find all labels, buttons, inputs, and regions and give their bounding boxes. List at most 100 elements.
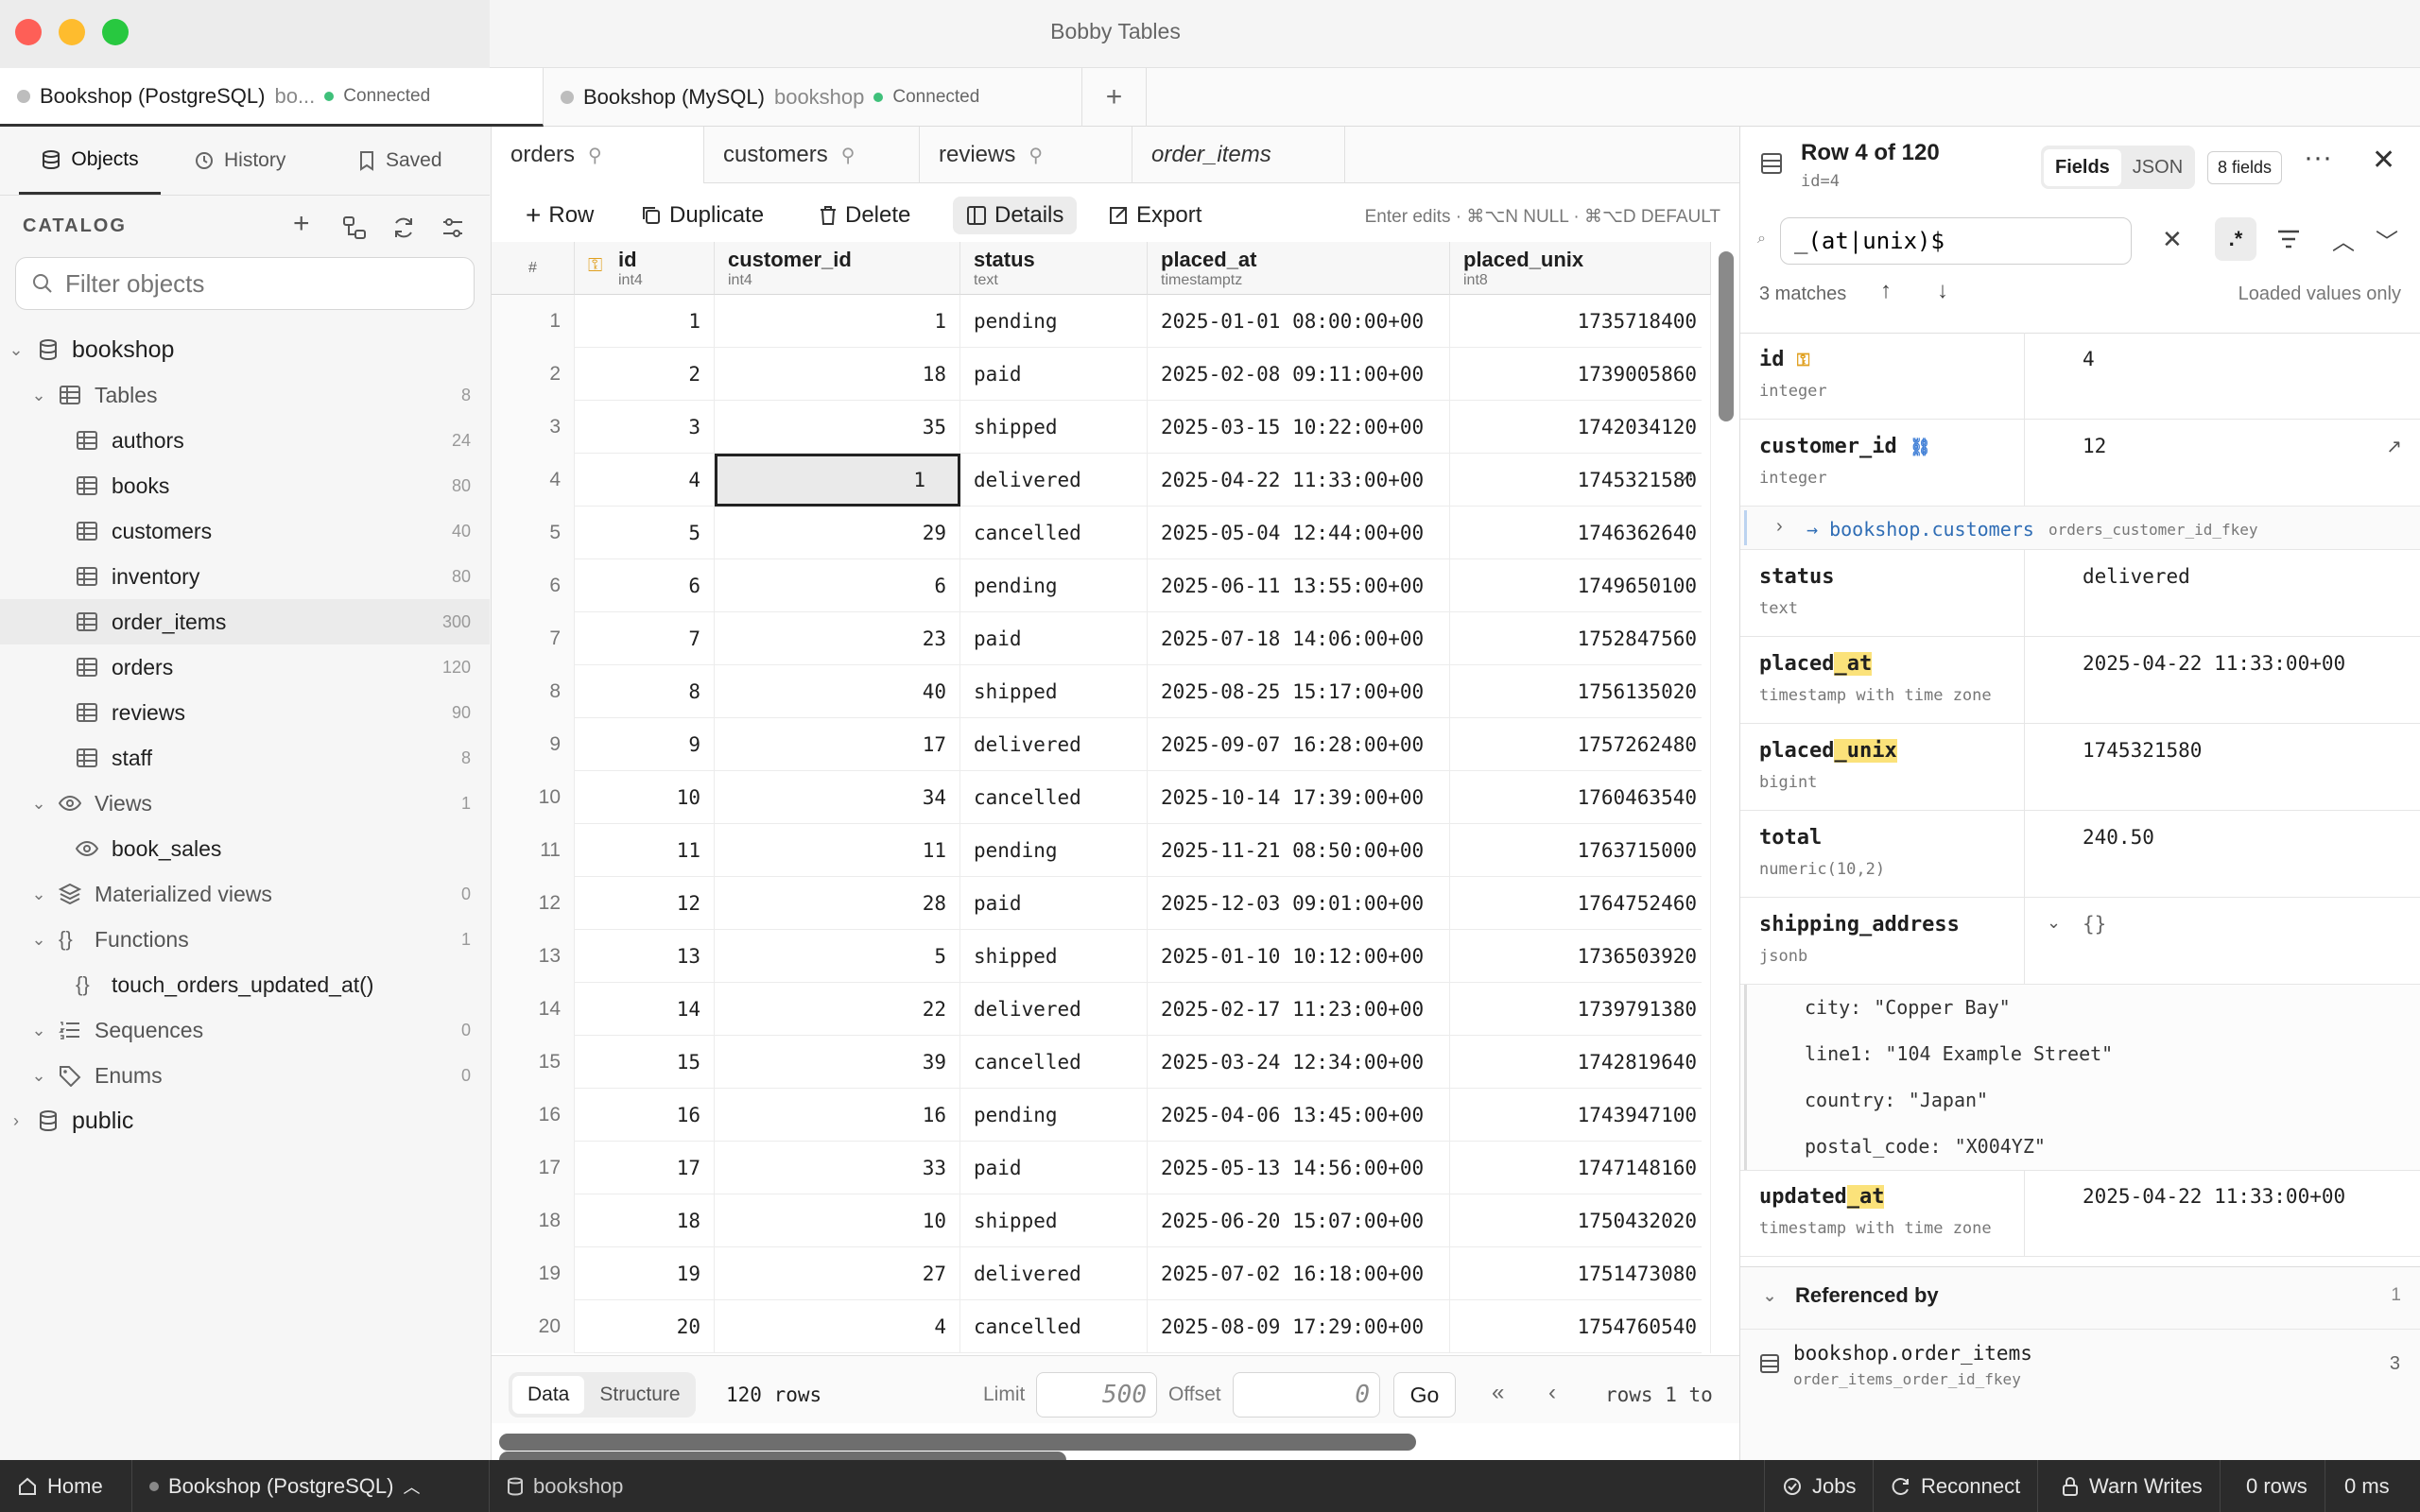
table-cell[interactable]: delivered — [960, 1247, 1148, 1300]
table-row[interactable]: 12 12 28 paid 2025-12-03 09:01:00+00 17647524… — [492, 877, 1711, 930]
chevron-down-icon[interactable]: ⌄ — [6, 340, 26, 360]
field-search-input[interactable] — [1794, 228, 2116, 254]
table-cell[interactable]: 1746362640 — [1450, 507, 1711, 559]
column-header-id[interactable]: ⚿ id int4 — [575, 242, 715, 295]
tree-schema-public[interactable]: › public — [0, 1098, 490, 1143]
table-cell[interactable]: 2025-05-13 14:56:00+00 — [1148, 1142, 1450, 1194]
column-header-placed-at[interactable]: placed_at timestamptz — [1148, 242, 1450, 295]
referenced-by-header[interactable]: ⌄ Referenced by — [1759, 1283, 1938, 1308]
table-row[interactable]: 3 3 35 shipped 2025-03-15 10:22:00+00 1742034… — [492, 401, 1711, 454]
table-cell[interactable]: 1742034120 — [1450, 401, 1711, 454]
table-cell[interactable]: 10 — [575, 771, 715, 824]
fields-tab[interactable]: Fields — [2044, 148, 2121, 186]
footer-scroll-thumb[interactable] — [499, 1434, 1416, 1451]
table-cell[interactable]: pending — [960, 824, 1148, 877]
table-cell[interactable]: 2025-07-02 16:18:00+00 — [1148, 1247, 1450, 1300]
export-button[interactable]: Export — [1108, 197, 1201, 234]
table-row[interactable]: 8 8 40 shipped 2025-08-25 15:17:00+00 1756135… — [492, 665, 1711, 718]
table-cell[interactable]: 1764752460 — [1450, 877, 1711, 930]
table-cell[interactable]: pending — [960, 295, 1148, 348]
table-row[interactable]: 10 10 34 cancelled 2025-10-14 17:39:00+00 176… — [492, 771, 1711, 824]
table-cell[interactable]: 8 — [575, 665, 715, 718]
table-cell[interactable]: 23 — [715, 612, 960, 665]
new-tab-button[interactable]: + — [1082, 68, 1147, 127]
table-row[interactable]: 5 5 29 cancelled 2025-05-04 12:44:00+00 17463… — [492, 507, 1711, 559]
table-cell[interactable]: 2 — [575, 348, 715, 401]
table-cell[interactable]: 20 — [575, 1300, 715, 1353]
table-cell[interactable]: cancelled — [960, 771, 1148, 824]
table-cell[interactable]: 15 — [575, 1036, 715, 1089]
field-row-total[interactable]: total numeric(10,2) 240.50 — [1740, 811, 2420, 898]
field-row-updated-at[interactable]: updated_at timestamp with time zone 2025-0… — [1740, 1170, 2420, 1257]
warn-writes-button[interactable]: Warn Writes — [2044, 1460, 2221, 1512]
filter-objects-input[interactable] — [65, 268, 462, 299]
chevron-right-icon[interactable]: › — [6, 1111, 26, 1131]
table-row[interactable]: 2 2 18 paid 2025-02-08 09:11:00+00 1739005860 — [492, 348, 1711, 401]
table-cell[interactable]: 34 — [715, 771, 960, 824]
table-cell[interactable]: 40 — [715, 665, 960, 718]
open-reference-icon[interactable]: ↗ — [2386, 435, 2402, 458]
table-row[interactable]: 14 14 22 delivered 2025-02-17 11:23:00+00 173… — [492, 983, 1711, 1036]
json-tab[interactable]: JSON — [2123, 149, 2192, 186]
pin-icon[interactable]: ⚲ — [841, 144, 856, 167]
table-cell[interactable]: cancelled — [960, 1300, 1148, 1353]
field-row-customer-id[interactable]: customer_id ⛓ integer 12 ↗ — [1740, 420, 2420, 507]
tree-group-materialized-views[interactable]: ⌄ Materialized views 0 — [0, 871, 490, 917]
table-cell[interactable]: 1 — [575, 295, 715, 348]
match-down-icon[interactable]: ↓ — [1937, 278, 1948, 304]
table-row[interactable]: 17 17 33 paid 2025-05-13 14:56:00+00 17471481… — [492, 1142, 1711, 1194]
clear-search-icon[interactable]: ✕ — [2162, 225, 2183, 254]
previous-page-icon[interactable]: ‹ — [1548, 1380, 1556, 1406]
table-cell[interactable]: pending — [960, 559, 1148, 612]
footer-scrollbar[interactable] — [499, 1432, 1728, 1452]
table-cell[interactable]: 9 — [575, 718, 715, 771]
tree-group-enums[interactable]: ⌄ Enums 0 — [0, 1053, 490, 1098]
fk-target[interactable]: → bookshop.customers — [1806, 518, 2034, 541]
first-page-icon[interactable]: « — [1492, 1380, 1504, 1406]
pin-icon[interactable]: ⚲ — [588, 144, 602, 167]
column-header-placed-unix[interactable]: placed_unix int8 — [1450, 242, 1711, 295]
table-cell[interactable]: 1735718400 — [1450, 295, 1711, 348]
table-cell[interactable]: 2025-03-24 12:34:00+00 — [1148, 1036, 1450, 1089]
table-row[interactable]: 19 19 27 delivered 2025-07-02 16:18:00+00 175… — [492, 1247, 1711, 1300]
table-cell[interactable]: 28 — [715, 877, 960, 930]
table-cell[interactable]: cancelled — [960, 1036, 1148, 1089]
table-cell[interactable]: 2025-08-09 17:29:00+00 — [1148, 1300, 1450, 1353]
table-cell[interactable]: 2025-06-11 13:55:00+00 — [1148, 559, 1450, 612]
table-tab-customers[interactable]: customers ⚲ — [704, 127, 920, 183]
tab-objects[interactable]: Objects — [19, 127, 161, 195]
table-cell[interactable]: 2025-01-10 10:12:00+00 — [1148, 930, 1450, 983]
table-cell[interactable]: 1757262480 — [1450, 718, 1711, 771]
table-cell[interactable]: 1754760540 — [1450, 1300, 1711, 1353]
field-value[interactable]: 4 — [2083, 348, 2095, 370]
table-cell[interactable]: 18 — [575, 1194, 715, 1247]
connection-selector[interactable]: Bookshop (PostgreSQL) ︿ — [132, 1460, 490, 1512]
table-cell[interactable]: 16 — [715, 1089, 960, 1142]
table-cell[interactable]: 17 — [575, 1142, 715, 1194]
tree-table-authors[interactable]: authors 24 — [0, 418, 490, 463]
table-cell[interactable]: shipped — [960, 401, 1148, 454]
table-cell[interactable]: 2025-02-08 09:11:00+00 — [1148, 348, 1450, 401]
column-header-customer-id[interactable]: customer_id int4 — [715, 242, 960, 295]
table-cell[interactable]: 22 — [715, 983, 960, 1036]
table-cell[interactable]: 33 — [715, 1142, 960, 1194]
table-cell[interactable]: paid — [960, 612, 1148, 665]
field-value[interactable]: 2025-04-22 11:33:00+00 — [2083, 652, 2345, 675]
table-cell[interactable]: 16 — [575, 1089, 715, 1142]
tree-table-order-items[interactable]: order_items 300 — [0, 599, 490, 644]
table-cell[interactable]: 6 — [715, 559, 960, 612]
table-cell[interactable]: 2025-09-07 16:28:00+00 — [1148, 718, 1450, 771]
table-row[interactable]: 1 1 1 pending 2025-01-01 08:00:00+00 17357184… — [492, 295, 1711, 348]
json-line[interactable]: country: "Japan" — [1740, 1077, 2420, 1124]
table-row[interactable]: 15 15 39 cancelled 2025-03-24 12:34:00+00 174… — [492, 1036, 1711, 1089]
table-cell[interactable]: 17 — [715, 718, 960, 771]
tree-group-sequences[interactable]: ⌄ Sequences 0 — [0, 1007, 490, 1053]
previous-match-icon[interactable]: ︿ — [2332, 223, 2355, 256]
table-cell[interactable]: 1 — [715, 454, 960, 507]
table-cell[interactable]: 1763715000 — [1450, 824, 1711, 877]
field-value[interactable]: 2025-04-22 11:33:00+00 — [2083, 1185, 2345, 1208]
table-cell[interactable]: 1736503920 — [1450, 930, 1711, 983]
connection-tab-postgres[interactable]: Bookshop (PostgreSQL) bo... Connected — [0, 68, 544, 127]
table-cell[interactable]: 3 — [575, 401, 715, 454]
table-cell[interactable]: 39 — [715, 1036, 960, 1089]
